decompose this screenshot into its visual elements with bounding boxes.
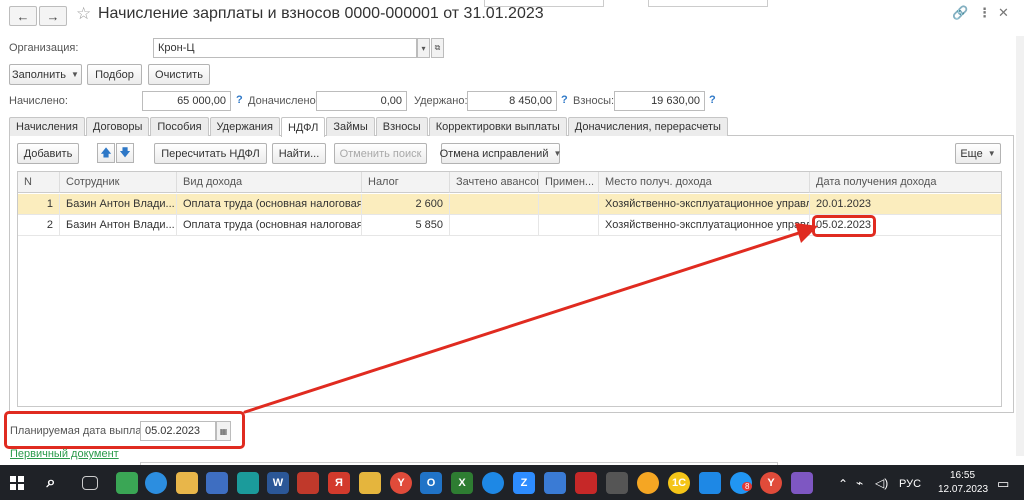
document-icon[interactable] [206,472,228,494]
primary-document-link[interactable]: Первичный документ [10,448,119,460]
notifications-icon[interactable]: ▭ [997,476,1009,492]
search-icon[interactable]: ⌕ [40,472,62,494]
zoom-icon[interactable]: Z [513,472,535,494]
task-view-icon[interactable] [82,476,98,490]
network-icon[interactable]: ⌁ [856,476,863,490]
volume-icon[interactable]: ◁) [875,476,888,490]
calendar-icon: ▦ [219,426,228,436]
outlook-icon[interactable]: O [420,472,442,494]
app-icon-orange[interactable] [637,472,659,494]
excel-icon[interactable]: X [451,472,473,494]
edge-icon[interactable] [482,472,504,494]
yandex-browser-icon[interactable]: Y [390,472,412,494]
yandex-browser-icon-2[interactable]: Y [760,472,782,494]
calculator-icon[interactable] [606,472,628,494]
folder-icon[interactable] [359,472,381,494]
yandex-icon[interactable]: Я [328,472,350,494]
language-indicator[interactable]: РУС [899,478,921,490]
app-icon-red-2[interactable] [575,472,597,494]
notification-badge: 8 [742,482,753,491]
word-icon[interactable]: W [267,472,289,494]
paint-icon[interactable] [791,472,813,494]
taskbar: ⌕ W Я Y O X Z 1С 8 Y ⌃ ⌁ ◁) РУС 16:55 12… [0,465,1024,500]
app-icon-blue-2[interactable] [699,472,721,494]
app-icon-green[interactable] [116,472,138,494]
chevron-up-icon[interactable]: ⌃ [838,477,848,491]
pay-date-field[interactable]: 05.02.2023 [140,421,216,441]
file-explorer-icon[interactable] [176,472,198,494]
calendar-button[interactable]: ▦ [216,421,231,441]
windows-start-icon[interactable] [6,472,28,494]
1c-icon[interactable]: 1С [668,472,690,494]
chrome-icon[interactable] [145,472,167,494]
app-icon-red[interactable] [297,472,319,494]
clock-date[interactable]: 12.07.2023 [938,484,988,495]
app-icon-blue[interactable] [544,472,566,494]
pay-date-label: Планируемая дата выплаты: [10,425,158,437]
app-icon-teal[interactable] [237,472,259,494]
clock-time[interactable]: 16:55 [950,470,975,481]
